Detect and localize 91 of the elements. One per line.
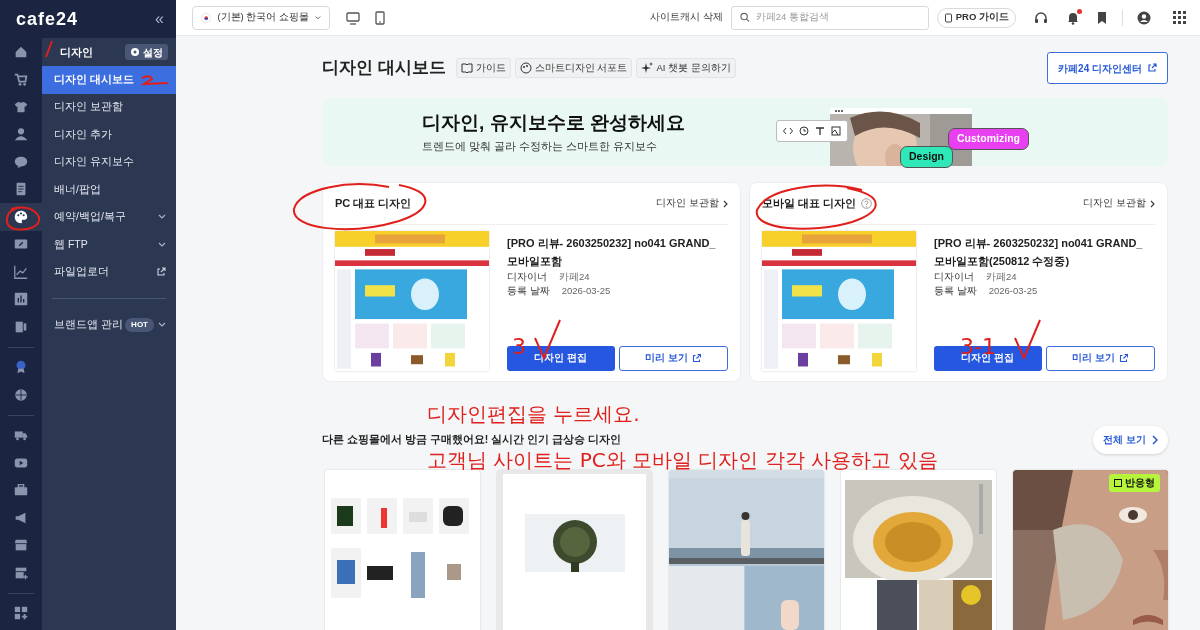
text-icon: [815, 126, 825, 136]
bell-icon: [1066, 10, 1080, 25]
external-link-icon: [1119, 354, 1129, 363]
hand-drawn-mark: [44, 40, 54, 58]
code-icon: [783, 126, 793, 136]
notification-button[interactable]: [1066, 10, 1080, 25]
field-value: 2026-03-25: [561, 284, 611, 299]
page-title: 디자인 대시보드: [322, 57, 446, 80]
field-label: 등록 날짜: [507, 284, 550, 299]
field-value: 카페24: [559, 270, 590, 284]
bookmark-icon[interactable]: [1096, 10, 1108, 25]
store-select[interactable]: (기본) 한국어 쇼핑몰: [192, 5, 330, 30]
hot-badge: HOT: [125, 317, 154, 332]
design-name: [PRO 리뷰- 2603250232] no041 GRAND_ 모바일포함: [507, 236, 717, 269]
palette-icon: [13, 208, 29, 225]
menu-label: 브랜드앱 관리: [54, 316, 123, 332]
monitor-icon[interactable]: [346, 10, 360, 25]
section-title: 다른 쇼핑몰에서 방금 구매했어요! 실시간 인기 급상승 디자인: [322, 432, 621, 448]
chevron-right-icon: [1150, 199, 1155, 208]
chevron-right-icon: [1152, 435, 1158, 445]
gear-icon: [130, 47, 140, 57]
menu-item[interactable]: 웹 FTP: [42, 231, 176, 259]
chevron-down-icon: [158, 214, 166, 221]
design-center-button[interactable]: 카페24 디자인센터: [1047, 52, 1168, 84]
field-value: 2026-03-25: [988, 284, 1038, 299]
responsive-badge: 반응형: [1109, 474, 1160, 493]
field-label: 등록 날짜: [934, 284, 977, 299]
menu-item[interactable]: 디자인 보관함: [42, 93, 176, 121]
square-icon: [1114, 479, 1122, 488]
sparkle-icon: [641, 62, 654, 74]
annotation-note: 고객님 사이트는 PC와 모바일 디자인 각각 사용하고 있음: [427, 450, 938, 470]
person-icon: [13, 126, 29, 143]
cafe24-logo[interactable]: cafe24: [16, 5, 79, 33]
field-label: 디자이너: [934, 270, 974, 284]
menu-item[interactable]: 브랜드앱 관리 HOT: [42, 311, 176, 339]
menu-item[interactable]: 디자인 대시보드: [42, 66, 176, 94]
external-link-icon: [692, 354, 702, 363]
search-icon: [739, 12, 750, 23]
external-link-icon: [156, 267, 166, 278]
globe-icon: [13, 386, 29, 403]
menu-item[interactable]: 디자인 유지보수: [42, 148, 176, 176]
header-chip[interactable]: 스마트디자인 서포트: [514, 58, 633, 78]
image-icon: [831, 126, 841, 136]
book-icon: [943, 12, 953, 23]
card-title: 모바일 대표 디자인: [762, 196, 857, 212]
view-all-button[interactable]: 전체 보기: [1093, 426, 1168, 454]
banner-subtitle: 트렌드에 맞춰 골라 수정하는 스마트한 유지보수: [422, 139, 658, 155]
external-link-icon: [1147, 63, 1157, 73]
search-input[interactable]: 카페24 통합검색: [755, 10, 920, 25]
annotation-note: 디자인편집을 누르세요.: [427, 404, 640, 424]
chevron-down-icon: [158, 241, 166, 248]
field-value: 카페24: [986, 270, 1017, 284]
bar-chart-icon: [13, 291, 29, 308]
cart-icon: [13, 71, 29, 88]
design-name: [PRO 리뷰- 2603250232] no041 GRAND_ 모바일포함(250812 수정중): [934, 236, 1144, 269]
banner-tag: Design: [900, 146, 953, 168]
chevron-down-icon: [158, 321, 166, 328]
hand-drawn-mark: [140, 74, 170, 86]
header-chip[interactable]: 가이드: [455, 58, 511, 78]
header-chip[interactable]: AI 챗봇 문의하기: [636, 58, 736, 78]
chevron-down-icon: [315, 14, 321, 21]
menu-item[interactable]: 배너/팝업: [42, 176, 176, 204]
banner-title: 디자인, 유지보수로 완성하세요: [422, 110, 685, 135]
apps-grid-icon[interactable]: [1173, 11, 1186, 24]
banner-tag: Customizing: [948, 128, 1029, 150]
preview-button[interactable]: 미리 보기: [1045, 346, 1155, 371]
collapse-button[interactable]: «: [155, 7, 164, 31]
archive-link[interactable]: 디자인 보관함: [656, 196, 728, 211]
search-field[interactable]: 카페24 통합검색: [730, 5, 929, 30]
line-chart-icon: [13, 263, 29, 280]
cache-clear-button[interactable]: 사이트캐시 삭제: [650, 10, 723, 25]
menu-item[interactable]: 디자인 추가: [42, 121, 176, 149]
menu-item[interactable]: 예약/백업/복구: [42, 203, 176, 231]
palette-icon: [519, 62, 532, 74]
flag-icon: [201, 10, 212, 25]
chevron-right-icon: [723, 199, 728, 208]
card-title: PC 대표 디자인: [335, 196, 412, 212]
tablet-icon[interactable]: [374, 10, 386, 25]
field-label: 디자이너: [507, 270, 547, 284]
menu-section-title: 디자인: [60, 44, 93, 60]
apps-icon: [13, 605, 29, 622]
user-icon[interactable]: [1137, 10, 1151, 25]
check-mark: [1012, 318, 1042, 360]
preview-button[interactable]: 미리 보기: [618, 346, 728, 371]
promo-banner[interactable]: 디자인, 유지보수로 완성하세요 트렌드에 맞춰 골라 수정하는 스마트한 유지보수 Customizing Design: [322, 98, 1168, 166]
archive-link[interactable]: 디자인 보관함: [1083, 196, 1155, 211]
book-icon: [460, 62, 473, 74]
clock-icon: [799, 126, 809, 136]
menu-item[interactable]: 파일업로더: [42, 258, 176, 286]
headset-icon[interactable]: [1034, 10, 1048, 25]
settings-button[interactable]: 설정: [125, 44, 168, 60]
